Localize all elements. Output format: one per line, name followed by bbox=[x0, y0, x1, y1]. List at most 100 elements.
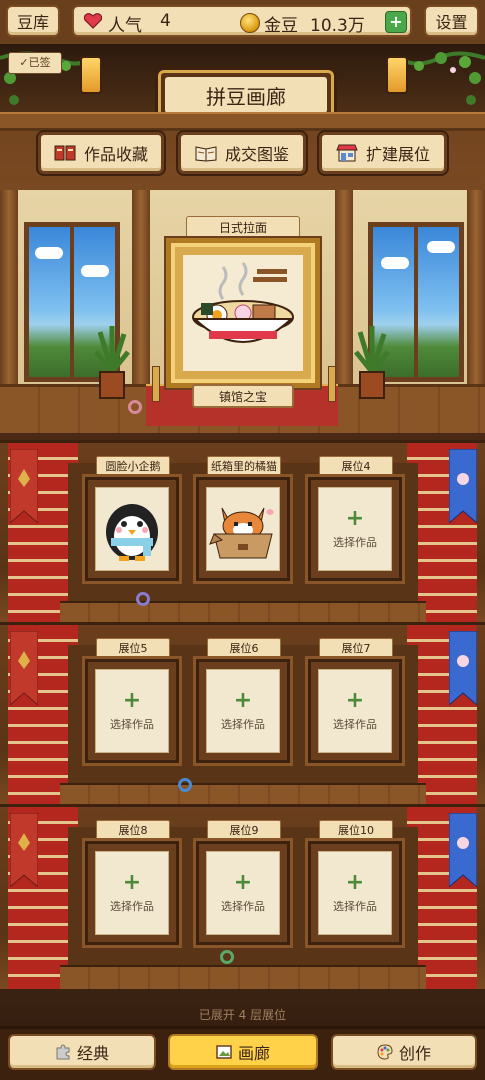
potted-plant-icon bbox=[94, 326, 130, 399]
select-artwork-hint: 选择作品 bbox=[110, 900, 154, 913]
tab-gallery-label: 画廊 bbox=[237, 1044, 270, 1063]
add-artwork-plus-icon: + bbox=[122, 870, 142, 895]
tab-classic[interactable]: 经典 bbox=[8, 1034, 156, 1070]
settings-button[interactable]: 设置 bbox=[424, 5, 479, 37]
slot-label: 圆脸小企鹅 bbox=[96, 456, 170, 476]
coins-label: 金豆 bbox=[264, 16, 298, 36]
display-slot-4[interactable]: 展位5 + 选择作品 bbox=[82, 638, 182, 768]
open-book-icon bbox=[195, 146, 217, 162]
add-artwork-plus-icon: + bbox=[233, 870, 253, 895]
slot-frame bbox=[82, 474, 182, 584]
featured-artwork-frame[interactable] bbox=[166, 238, 320, 388]
add-artwork-plus-icon: + bbox=[122, 688, 142, 713]
collection-label: 作品收藏 bbox=[83, 145, 148, 164]
penguin-artwork-icon bbox=[106, 504, 158, 561]
top-bar: 豆库 人气 4 金豆 10.3万 + 设置 bbox=[0, 0, 485, 47]
slot-label: 展位4 bbox=[319, 456, 393, 476]
add-coins-button[interactable]: + bbox=[385, 11, 407, 33]
sales-catalog-button[interactable]: 成交图鉴 bbox=[178, 132, 306, 174]
treasure-plaque: 镇馆之宝 bbox=[192, 384, 294, 408]
display-slot-3[interactable]: 展位4 + 选择作品 bbox=[305, 456, 405, 586]
slot-canvas: + 选择作品 bbox=[95, 669, 169, 753]
slot-canvas bbox=[95, 487, 169, 571]
select-artwork-hint: 选择作品 bbox=[221, 718, 265, 731]
slot-frame: + 选择作品 bbox=[82, 656, 182, 766]
add-artwork-plus-icon: + bbox=[233, 688, 253, 713]
slot-label: 展位8 bbox=[96, 820, 170, 840]
display-slot-1[interactable]: 圆脸小企鹅 bbox=[82, 456, 182, 586]
bead-visitor-icon bbox=[136, 592, 150, 606]
collection-button[interactable]: 作品收藏 bbox=[38, 132, 164, 174]
slot-frame: + 选择作品 bbox=[305, 838, 405, 948]
popularity-value: 4 bbox=[160, 11, 171, 31]
tab-classic-label: 经典 bbox=[76, 1044, 109, 1063]
display-slot-8[interactable]: 展位9 + 选择作品 bbox=[193, 820, 293, 950]
tab-create[interactable]: 创作 bbox=[331, 1034, 477, 1070]
banner-blue-emblem-icon bbox=[449, 631, 477, 705]
orange-cat-artwork-icon bbox=[209, 507, 274, 559]
popularity-label: 人气 bbox=[108, 16, 142, 36]
slot-frame: + 选择作品 bbox=[193, 838, 293, 948]
select-artwork-hint: 选择作品 bbox=[221, 900, 265, 913]
signed-in-badge[interactable]: ✓已签 bbox=[8, 52, 62, 74]
book-icon bbox=[54, 145, 76, 161]
add-artwork-plus-icon: + bbox=[345, 506, 365, 531]
gallery-screen: 豆库 人气 4 金豆 10.3万 + 设置 ✓已签 拼豆画廊 作品收藏 成交图鉴… bbox=[0, 0, 485, 1080]
bean-storage-button[interactable]: 豆库 bbox=[6, 5, 60, 37]
display-slot-6[interactable]: 展位7 + 选择作品 bbox=[305, 638, 405, 768]
slot-canvas: + 选择作品 bbox=[318, 851, 392, 935]
slot-canvas: + 选择作品 bbox=[318, 487, 392, 571]
slot-label: 纸箱里的橘猫 bbox=[207, 456, 281, 476]
slot-label: 展位6 bbox=[207, 638, 281, 658]
bead-visitor-icon bbox=[220, 950, 234, 964]
expand-booth-button[interactable]: 扩建展位 bbox=[319, 132, 447, 174]
slot-canvas: + 选择作品 bbox=[206, 669, 280, 753]
ramen-artwork-icon bbox=[183, 255, 303, 371]
resource-bar: 人气 4 金豆 10.3万 + bbox=[72, 5, 412, 37]
banner-gold-emblem-icon bbox=[10, 631, 38, 705]
select-artwork-hint: 选择作品 bbox=[333, 536, 377, 549]
rope-post bbox=[152, 366, 160, 402]
slot-label: 展位7 bbox=[319, 638, 393, 658]
slot-canvas: + 选择作品 bbox=[318, 669, 392, 753]
lantern-right-icon bbox=[386, 56, 408, 94]
slot-frame: + 选择作品 bbox=[305, 656, 405, 766]
featured-artwork-title: 日式拉面 bbox=[186, 216, 300, 238]
display-slot-7[interactable]: 展位8 + 选择作品 bbox=[82, 820, 182, 950]
select-artwork-hint: 选择作品 bbox=[333, 900, 377, 913]
slot-frame: + 选择作品 bbox=[193, 656, 293, 766]
display-slot-5[interactable]: 展位6 + 选择作品 bbox=[193, 638, 293, 768]
shop-icon bbox=[336, 144, 358, 162]
tab-create-label: 创作 bbox=[398, 1044, 431, 1063]
banner-blue-emblem-icon bbox=[449, 449, 477, 523]
banner-gold-emblem-icon bbox=[10, 813, 38, 887]
add-artwork-plus-icon: + bbox=[345, 870, 365, 895]
potted-plant-icon bbox=[354, 326, 390, 399]
display-slot-2[interactable]: 纸箱里的橘猫 bbox=[193, 456, 293, 586]
slot-label: 展位9 bbox=[207, 820, 281, 840]
puzzle-icon bbox=[56, 1044, 70, 1060]
slot-canvas: + 选择作品 bbox=[206, 851, 280, 935]
palette-icon bbox=[377, 1044, 393, 1060]
rope-post bbox=[328, 366, 336, 402]
slot-frame bbox=[193, 474, 293, 584]
slot-label: 展位5 bbox=[96, 638, 170, 658]
bead-visitor-icon bbox=[128, 400, 142, 414]
page-title: 拼豆画廊 bbox=[165, 77, 327, 113]
lantern-left-icon bbox=[80, 56, 102, 94]
sales-catalog-label: 成交图鉴 bbox=[224, 145, 289, 164]
tab-gallery[interactable]: 画廊 bbox=[168, 1034, 318, 1070]
shelf-floor bbox=[60, 965, 426, 989]
select-artwork-hint: 选择作品 bbox=[110, 718, 154, 731]
slot-frame: + 选择作品 bbox=[305, 474, 405, 584]
gold-bean-icon bbox=[240, 13, 260, 33]
select-artwork-hint: 选择作品 bbox=[333, 718, 377, 731]
expand-booth-label: 扩建展位 bbox=[365, 145, 430, 164]
banner-gold-emblem-icon bbox=[10, 449, 38, 523]
add-artwork-plus-icon: + bbox=[345, 688, 365, 713]
heart-icon bbox=[84, 13, 102, 29]
slot-label: 展位10 bbox=[319, 820, 393, 840]
bottom-navigation: 经典 画廊 创作 bbox=[0, 1026, 485, 1080]
display-slot-9[interactable]: 展位10 + 选择作品 bbox=[305, 820, 405, 950]
floors-expanded-note: 已展开 4 层展位 bbox=[198, 1008, 287, 1022]
